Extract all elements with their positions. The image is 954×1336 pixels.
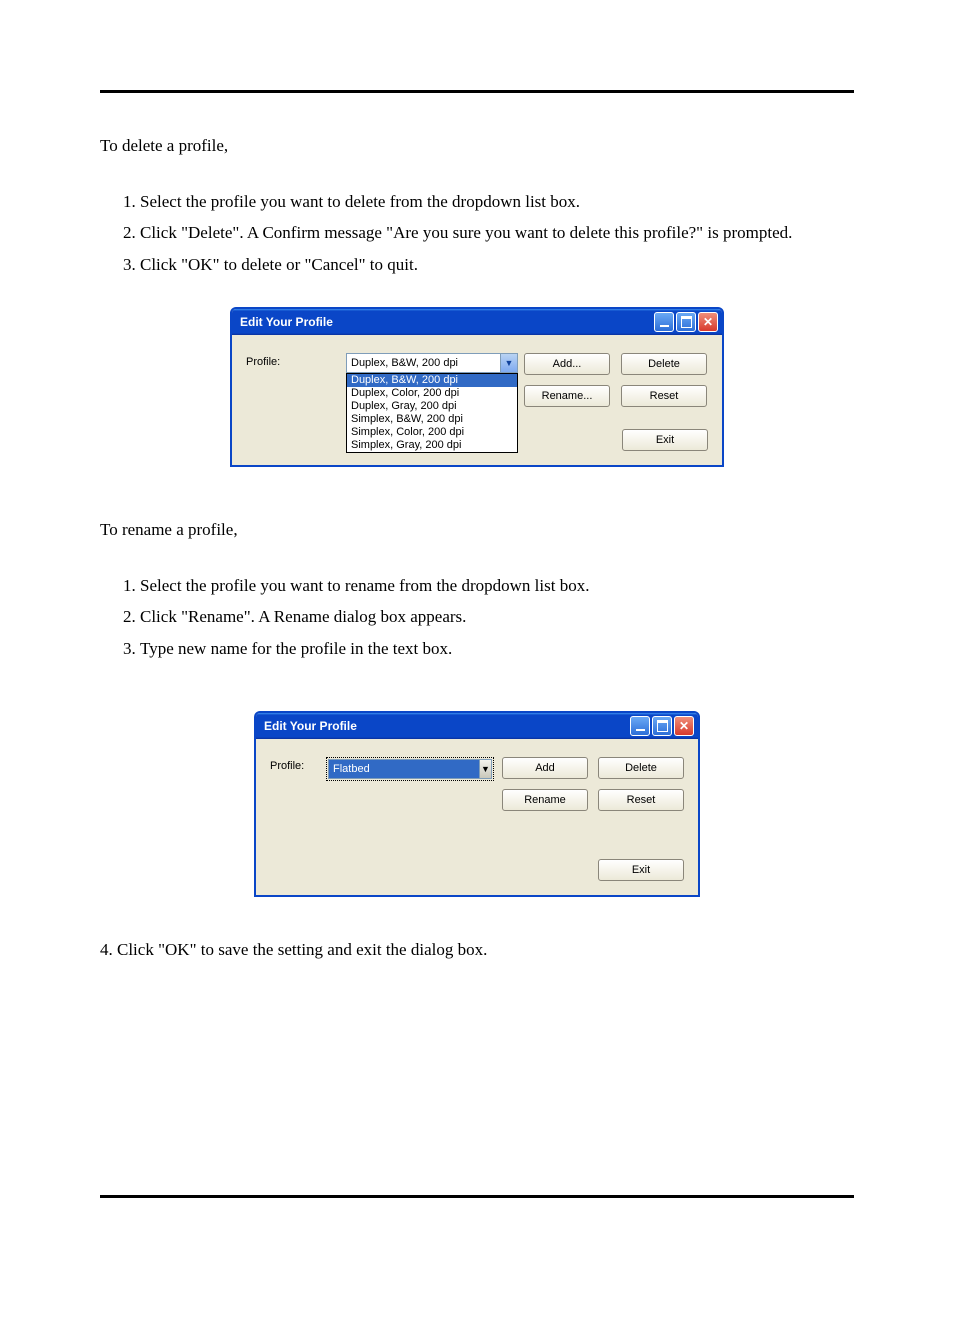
edit-profile-window-1: Edit Your Profile Profile: ▼ Duplex, B&W… bbox=[230, 307, 724, 467]
profile-dropdown[interactable] bbox=[346, 353, 501, 373]
delete-step-1: Select the profile you want to delete fr… bbox=[140, 189, 854, 215]
maximize-icon[interactable] bbox=[652, 716, 672, 736]
rename-step-4: 4. Click "OK" to save the setting and ex… bbox=[100, 937, 854, 963]
titlebar[interactable]: Edit Your Profile bbox=[256, 713, 698, 739]
add-button[interactable]: Add... bbox=[524, 353, 610, 375]
profile-option[interactable]: Duplex, Gray, 200 dpi bbox=[347, 400, 517, 413]
chevron-down-icon[interactable]: ▼ bbox=[480, 759, 492, 779]
minimize-icon[interactable] bbox=[654, 312, 674, 332]
profile-dropdown[interactable] bbox=[328, 759, 480, 779]
rename-step-1: Select the profile you want to rename fr… bbox=[140, 573, 854, 599]
add-button[interactable]: Add bbox=[502, 757, 588, 779]
profile-label: Profile: bbox=[246, 356, 280, 368]
delete-steps-list: Select the profile you want to delete fr… bbox=[100, 189, 854, 278]
exit-button[interactable]: Exit bbox=[598, 859, 684, 881]
rename-step-3: Type new name for the profile in the tex… bbox=[140, 636, 854, 662]
edit-profile-window-2: Edit Your Profile Profile: ▼ Add Renam bbox=[254, 711, 700, 897]
rename-button[interactable]: Rename... bbox=[524, 385, 610, 407]
minimize-icon[interactable] bbox=[630, 716, 650, 736]
page-rule-top bbox=[100, 90, 854, 93]
reset-button[interactable]: Reset bbox=[621, 385, 707, 407]
rename-button[interactable]: Rename bbox=[502, 789, 588, 811]
delete-button[interactable]: Delete bbox=[598, 757, 684, 779]
exit-button[interactable]: Exit bbox=[622, 429, 708, 451]
titlebar[interactable]: Edit Your Profile bbox=[232, 309, 722, 335]
profile-label: Profile: bbox=[270, 760, 304, 772]
profile-option[interactable]: Simplex, B&W, 200 dpi bbox=[347, 413, 517, 426]
delete-step-3: Click "OK" to delete or "Cancel" to quit… bbox=[140, 252, 854, 278]
profile-option[interactable]: Simplex, Color, 200 dpi bbox=[347, 426, 517, 439]
page-rule-bottom bbox=[100, 1195, 854, 1198]
chevron-down-icon[interactable]: ▼ bbox=[501, 353, 518, 373]
delete-step-2: Click "Delete". A Confirm message "Are y… bbox=[140, 220, 854, 246]
delete-button[interactable]: Delete bbox=[621, 353, 707, 375]
profile-dropdown-list[interactable]: Duplex, B&W, 200 dpi Duplex, Color, 200 … bbox=[346, 373, 518, 453]
delete-heading: To delete a profile, bbox=[100, 133, 854, 159]
profile-option[interactable]: Duplex, Color, 200 dpi bbox=[347, 387, 517, 400]
window-title: Edit Your Profile bbox=[264, 719, 630, 733]
rename-heading: To rename a profile, bbox=[100, 517, 854, 543]
rename-steps-list: Select the profile you want to rename fr… bbox=[100, 573, 854, 662]
profile-option[interactable]: Duplex, B&W, 200 dpi bbox=[347, 374, 517, 387]
profile-option[interactable]: Simplex, Gray, 200 dpi bbox=[347, 439, 517, 452]
maximize-icon[interactable] bbox=[676, 312, 696, 332]
close-icon[interactable] bbox=[674, 716, 694, 736]
rename-step-2: Click "Rename". A Rename dialog box appe… bbox=[140, 604, 854, 630]
reset-button[interactable]: Reset bbox=[598, 789, 684, 811]
window-title: Edit Your Profile bbox=[240, 315, 654, 329]
close-icon[interactable] bbox=[698, 312, 718, 332]
